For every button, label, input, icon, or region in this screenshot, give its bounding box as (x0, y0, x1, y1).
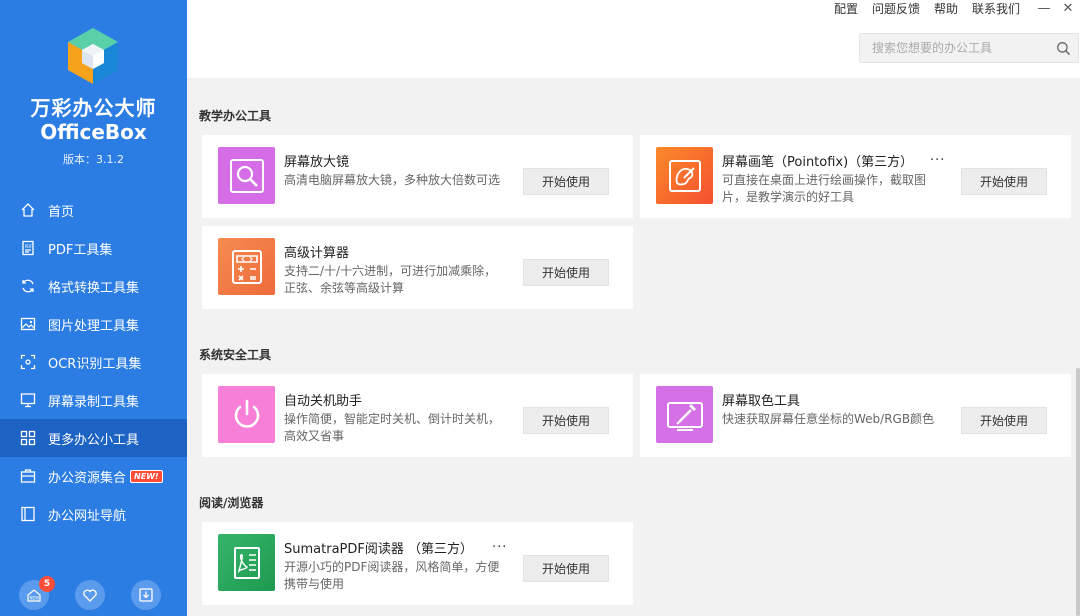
sidebar-item-image[interactable]: 图片处理工具集 (0, 305, 187, 343)
pdf-reader-icon (218, 534, 275, 591)
resources-icon (20, 468, 36, 484)
calculator-icon (218, 238, 275, 295)
card-description: 支持二/十/十六进制，可进行加减乘除，正弦、余弦等高级计算 (284, 264, 497, 295)
sidebar-item-pdf[interactable]: PDF PDF工具集 (0, 229, 187, 267)
power-icon (218, 386, 275, 443)
svg-text:PDF: PDF (25, 244, 33, 249)
card-description: 操作简便，智能定时关机、倒计时关机，高效又省事 (284, 412, 501, 443)
card-title: SumatraPDF阅读器 （第三方） (284, 542, 473, 557)
nav-icon (20, 506, 36, 522)
ocr-icon (20, 354, 36, 370)
sidebar: 万彩办公大师 OfficeBox 版本：3.1.2 首页 PDF PDF工具集 … (0, 0, 187, 616)
card-title-ellipsis: ... (492, 536, 508, 551)
sidebar-item-label: 首页 (48, 204, 75, 220)
convert-icon (20, 278, 36, 294)
card-description: 高清电脑屏幕放大镜，多种放大倍数可选 (284, 173, 501, 187)
download-button[interactable] (131, 580, 161, 610)
sidebar-item-resources[interactable]: 办公资源集合 NEW! (0, 457, 187, 495)
content-scrollbar[interactable] (1076, 368, 1080, 616)
card-title: 屏幕放大镜 (284, 155, 350, 170)
start-button[interactable]: 开始使用 (523, 168, 609, 195)
heart-icon (83, 589, 97, 602)
image-icon (20, 316, 36, 332)
palette-icon (656, 147, 713, 204)
start-button[interactable]: 开始使用 (523, 407, 609, 434)
tool-card-magnifier: 屏幕放大镜 高清电脑屏幕放大镜，多种放大倍数可选 开始使用 (202, 135, 633, 218)
screen-record-icon (20, 392, 36, 408)
card-title-ellipsis: ... (930, 149, 946, 164)
top-bar: 配置 问题反馈 帮助 联系我们 — ✕ (187, 0, 1080, 78)
minimize-button[interactable]: — (1032, 0, 1056, 16)
card-description: 开源小巧的PDF阅读器，风格简单，方便携带与使用 (284, 560, 500, 591)
sidebar-item-label: PDF工具集 (48, 242, 113, 258)
sidebar-item-home[interactable]: 首页 (0, 191, 187, 229)
home-icon (20, 202, 36, 218)
section-title-reading: 阅读/浏览器 (199, 496, 264, 510)
app-version: 版本：3.1.2 (63, 153, 124, 166)
sidebar-item-web-nav[interactable]: 办公网址导航 (0, 495, 187, 533)
sidebar-item-label: 办公网址导航 (48, 508, 127, 524)
news-icon: NEW (27, 589, 41, 602)
tool-card-calculator: 高级计算器 支持二/十/十六进制，可进行加减乘除，正弦、余弦等高级计算 开始使用 (202, 226, 633, 309)
sidebar-item-ocr[interactable]: OCR识别工具集 (0, 343, 187, 381)
start-button[interactable]: 开始使用 (961, 168, 1047, 195)
sidebar-item-convert[interactable]: 格式转换工具集 (0, 267, 187, 305)
sidebar-item-label: 办公资源集合 (48, 470, 127, 486)
card-title: 高级计算器 (284, 246, 350, 261)
sidebar-item-label: 屏幕录制工具集 (48, 394, 140, 410)
search-box (859, 33, 1079, 63)
svg-text:NEW: NEW (30, 596, 40, 601)
search-input[interactable] (860, 41, 1048, 55)
contact-link[interactable]: 联系我们 (972, 0, 1020, 16)
start-button[interactable]: 开始使用 (523, 555, 609, 582)
section-title-teaching: 教学办公工具 (199, 109, 272, 123)
start-button[interactable]: 开始使用 (961, 407, 1047, 434)
favorite-button[interactable] (75, 580, 105, 610)
sidebar-bottom-buttons: NEW 5 (0, 576, 187, 616)
sidebar-item-label: 图片处理工具集 (48, 318, 140, 334)
download-icon (139, 588, 153, 602)
app-name-en: OfficeBox (40, 120, 147, 144)
feedback-link[interactable]: 问题反馈 (872, 0, 920, 16)
tool-card-sumatrapdf: SumatraPDF阅读器 （第三方） ... 开源小巧的PDF阅读器，风格简单… (202, 522, 633, 605)
magnifier-icon (218, 147, 275, 204)
sidebar-item-label: OCR识别工具集 (48, 356, 142, 372)
card-title: 自动关机助手 (284, 394, 363, 409)
pdf-icon: PDF (20, 240, 36, 256)
card-title: 屏幕取色工具 (722, 394, 801, 409)
tool-card-color-picker: 屏幕取色工具 快速获取屏幕任意坐标的Web/RGB颜色 开始使用 (640, 374, 1071, 457)
card-title: 屏幕画笔（Pointofix)（第三方） (722, 155, 914, 170)
sidebar-item-label: 更多办公小工具 (48, 432, 140, 448)
sidebar-item-screen-record[interactable]: 屏幕录制工具集 (0, 381, 187, 419)
sidebar-item-label: 格式转换工具集 (48, 280, 140, 296)
news-count-badge: 5 (39, 576, 55, 592)
card-description: 可直接在桌面上进行绘画操作，截取图片，是教学演示的好工具 (722, 173, 927, 204)
sidebar-item-more-tools[interactable]: 更多办公小工具 (0, 419, 187, 457)
more-tools-icon (20, 430, 36, 446)
help-link[interactable]: 帮助 (934, 0, 958, 16)
sidebar-nav: 首页 PDF PDF工具集 格式转换工具集 图片处理工具集 OCR识别工具集 屏… (0, 191, 187, 533)
app-name: 万彩办公大师 (30, 96, 157, 120)
window-controls: — ✕ (1032, 0, 1080, 16)
start-button[interactable]: 开始使用 (523, 259, 609, 286)
search-icon[interactable] (1048, 33, 1078, 63)
tool-card-auto-shutdown: 自动关机助手 操作简便，智能定时关机、倒计时关机，高效又省事 开始使用 (202, 374, 633, 457)
close-button[interactable]: ✕ (1056, 0, 1080, 16)
news-button[interactable]: NEW 5 (19, 576, 55, 610)
new-badge: NEW! (130, 469, 163, 483)
color-picker-icon (656, 386, 713, 443)
top-links: 配置 问题反馈 帮助 联系我们 (834, 0, 1020, 16)
card-description: 快速获取屏幕任意坐标的Web/RGB颜色 (722, 412, 935, 426)
tool-card-screen-pen: 屏幕画笔（Pointofix)（第三方） ... 可直接在桌面上进行绘画操作，截… (640, 135, 1071, 218)
section-title-system-security: 系统安全工具 (199, 348, 272, 362)
officebox-logo-icon (64, 26, 122, 86)
settings-link[interactable]: 配置 (834, 0, 858, 16)
